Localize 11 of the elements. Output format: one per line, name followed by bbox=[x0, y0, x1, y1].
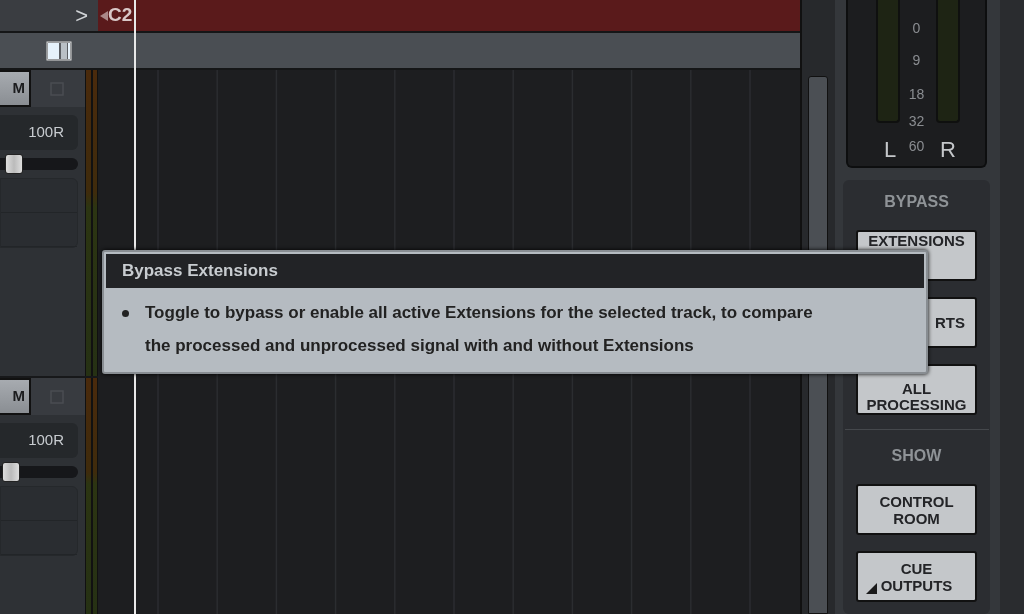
scale-label: 9 bbox=[912, 51, 921, 70]
scale-label: 32 bbox=[908, 112, 925, 131]
section-heading: BYPASS bbox=[884, 192, 949, 212]
scale-label: 18 bbox=[908, 85, 925, 104]
section-heading: SHOW bbox=[891, 446, 942, 466]
channel-label: L bbox=[884, 136, 897, 164]
scale-label: 0 bbox=[912, 19, 921, 38]
tooltip-title: Bypass Extensions bbox=[106, 254, 924, 288]
scale-label: 60 bbox=[908, 137, 925, 156]
tooltip-text: Toggle to bypass or enable all active Extensions for the selected track, to compare the processed and unprocessed signal with and without Extensions bbox=[145, 302, 814, 357]
channel-label: R bbox=[940, 136, 956, 164]
